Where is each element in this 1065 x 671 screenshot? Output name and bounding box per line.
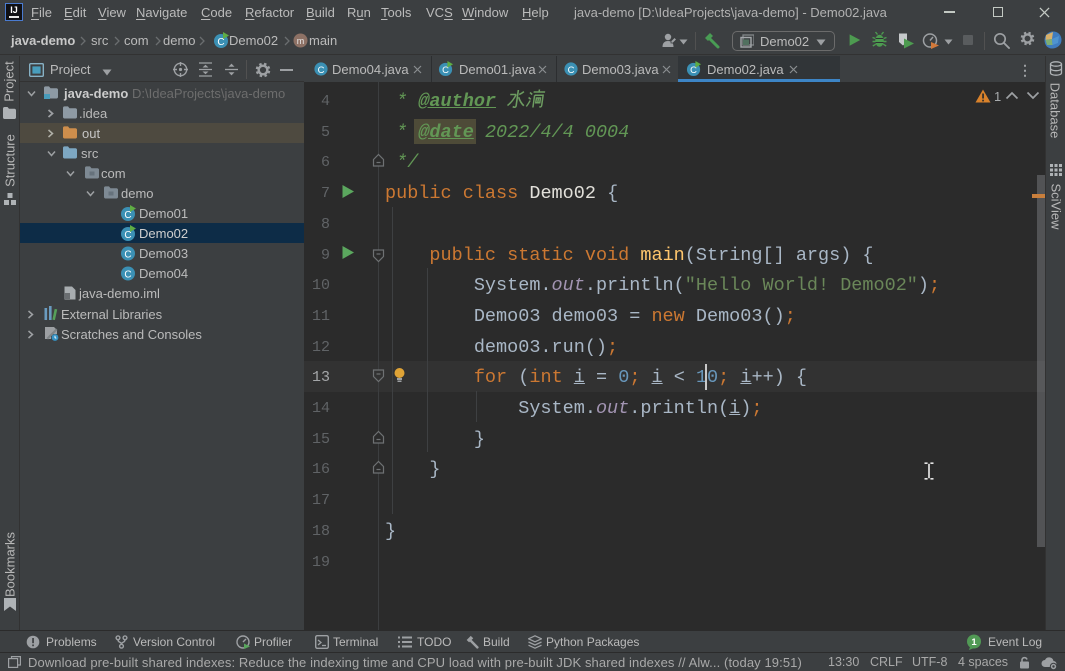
svg-text:C: C	[568, 64, 575, 75]
svg-text:1: 1	[971, 637, 977, 648]
svg-text:C: C	[124, 270, 131, 281]
svg-text:C: C	[318, 64, 325, 75]
svg-text:C: C	[124, 250, 131, 261]
svg-text:m: m	[297, 36, 305, 46]
